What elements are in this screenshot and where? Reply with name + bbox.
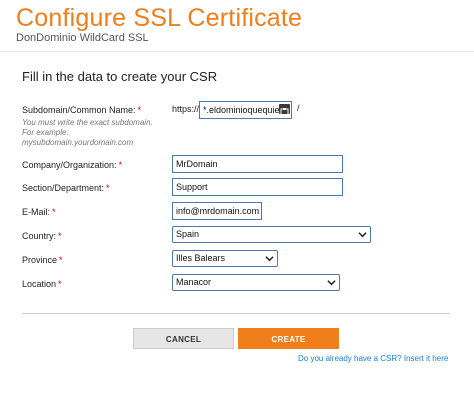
form-divider [22,313,450,314]
required-marker: * [58,279,62,289]
required-marker: * [106,183,110,193]
company-label: Company/Organization: * [22,160,122,170]
country-label: Country: * [22,231,62,241]
subdomain-label: Subdomain/Common Name: * [22,105,141,115]
province-label-text: Province [22,255,58,265]
required-marker: * [137,105,142,115]
required-marker: * [118,160,123,170]
required-marker: * [58,231,62,241]
chevron-down-icon [327,280,336,286]
province-select-value: Illes Balears [176,253,226,263]
location-label: Location * [22,279,62,289]
chevron-down-icon [358,232,367,238]
header-divider [0,51,474,52]
section-label: Section/Department: * [22,183,110,193]
province-select[interactable]: Illes Balears [172,250,278,267]
email-label: E-Mail: * [22,207,56,217]
page-subtitle: DonDominio WildCard SSL [16,32,149,44]
company-label-text: Company/Organization: [22,160,117,170]
create-button[interactable]: CREATE [238,328,339,349]
section-label-text: Section/Department: [22,183,105,193]
company-input[interactable]: MrDomain [172,155,343,173]
subdomain-label-text: Subdomain/Common Name: [22,105,136,115]
required-marker: * [52,207,56,217]
email-input[interactable]: info@mrdomain.com [172,202,262,220]
subdomain-hint-2: For example: [22,128,69,137]
insert-csr-link[interactable]: Do you already have a CSR? Insert it her… [298,354,448,363]
url-suffix: / [297,103,300,113]
page-title: Configure SSL Certificate [16,4,303,32]
location-label-text: Location [22,279,57,289]
location-select-value: Manacor [176,277,212,287]
email-label-text: E-Mail: [22,207,51,217]
chevron-down-icon [265,256,274,262]
country-select-value: Spain [176,229,200,239]
country-label-text: Country: [22,231,57,241]
required-marker: * [59,255,63,265]
url-prefix: https:// [172,104,200,114]
location-select[interactable]: Manacor [172,274,340,291]
section-input[interactable]: Support [172,178,343,196]
cancel-button[interactable]: CANCEL [133,328,234,349]
province-label: Province * [22,255,63,265]
clipboard-icon[interactable] [279,104,290,116]
subdomain-hint-1: You must write the exact subdomain. [22,118,153,127]
subdomain-hint-3: mysubdomain.yourdomain.com [22,138,134,147]
form-heading: Fill in the data to create your CSR [22,69,218,84]
country-select[interactable]: Spain [172,226,371,243]
